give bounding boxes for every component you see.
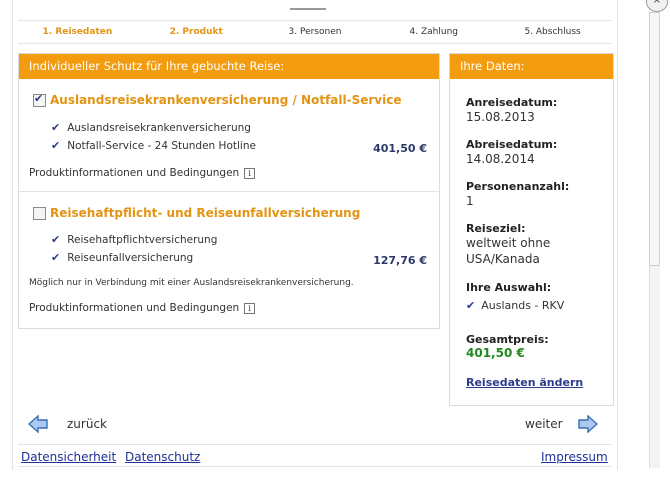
abreise-block: Abreisedatum: 14.08.2014 xyxy=(466,138,557,167)
next-button[interactable]: weiter xyxy=(525,413,599,435)
step-zahlung: 4. Zahlung xyxy=(409,27,459,37)
check-icon: ✔ xyxy=(466,299,476,312)
top-partial-text xyxy=(290,0,330,10)
product-title[interactable]: Reisehaftpflicht- und Reiseunfallversich… xyxy=(50,206,360,220)
step-reisedaten: 1. Reisedaten xyxy=(42,27,113,37)
product-note: Möglich nur in Verbindung mit einer Ausl… xyxy=(29,278,354,288)
feature-item: ✔ Auslandsreisekrankenversicherung xyxy=(51,121,251,134)
summary-panel-header: Ihre Daten: xyxy=(450,54,613,79)
product-title-row[interactable]: Auslandsreisekrankenversicherung / Notfa… xyxy=(33,92,402,107)
back-button[interactable]: zurück xyxy=(27,413,107,435)
product-info-link[interactable]: Produktinformationen und Bedingungen i xyxy=(29,167,256,179)
info-icon[interactable]: i xyxy=(244,167,256,179)
check-icon: ✔ xyxy=(51,121,61,134)
check-icon: ✔ xyxy=(51,251,61,264)
personen-label: Personenanzahl: xyxy=(466,180,570,193)
product-price: 401,50 € xyxy=(373,142,427,155)
footer-link-datenschutz[interactable]: Datenschutz xyxy=(125,450,200,464)
auswahl-label: Ihre Auswahl: xyxy=(466,281,552,294)
footer-link-impressum[interactable]: Impressum xyxy=(541,450,608,464)
scrollbar-thumb[interactable] xyxy=(649,12,660,266)
personen-block: Personenanzahl: 1 xyxy=(466,180,569,209)
product-panel-header: Individueller Schutz für Ihre gebuchte R… xyxy=(19,54,439,79)
reiseziel-value: weltweit ohne xyxy=(466,236,551,250)
anreise-value: 15.08.2013 xyxy=(466,110,535,124)
gesamt-label: Gesamtpreis: xyxy=(466,333,549,346)
gesamt-value: 401,50 € xyxy=(466,346,525,360)
product-item: Reisehaftpflicht- und Reiseunfallversich… xyxy=(19,192,439,324)
anreise-block: Anreisedatum: 15.08.2013 xyxy=(466,96,557,125)
back-label[interactable]: zurück xyxy=(67,417,107,431)
auswahl-value-row: ✔ Auslands - RKV xyxy=(466,299,565,312)
product-info-link[interactable]: Produktinformationen und Bedingungen i xyxy=(29,302,256,314)
personen-value: 1 xyxy=(466,194,474,208)
product-title-row[interactable]: Reisehaftpflicht- und Reiseunfallversich… xyxy=(33,206,360,220)
feature-item: ✔ Notfall-Service - 24 Stunden Hotline xyxy=(51,139,256,152)
reiseziel-block: Reiseziel: weltweit ohne USA/Kanada xyxy=(466,222,550,267)
footer-link-datensicherheit[interactable]: Datensicherheit xyxy=(21,450,116,464)
check-icon: ✔ xyxy=(51,139,61,152)
arrow-right-icon[interactable] xyxy=(577,413,599,435)
product-panel: Individueller Schutz für Ihre gebuchte R… xyxy=(18,53,440,329)
step-produkt: 2. Produkt xyxy=(169,27,223,37)
close-icon[interactable]: × xyxy=(646,0,668,12)
abreise-value: 14.08.2014 xyxy=(466,152,535,166)
reiseziel-label: Reiseziel: xyxy=(466,222,526,235)
footer-divider xyxy=(18,466,612,467)
anreise-label: Anreisedatum: xyxy=(466,96,558,109)
footer-divider xyxy=(18,444,612,445)
step-personen: 3. Personen xyxy=(288,27,342,37)
edit-link[interactable]: Reisedaten ändern xyxy=(466,375,583,389)
check-icon: ✔ xyxy=(51,233,61,246)
abreise-label: Abreisedatum: xyxy=(466,138,558,151)
gesamt-block: Gesamtpreis: 401,50 € xyxy=(466,333,549,360)
product-checkbox[interactable] xyxy=(33,92,46,107)
reiseziel-value: USA/Kanada xyxy=(466,252,540,266)
product-title[interactable]: Auslandsreisekrankenversicherung / Notfa… xyxy=(50,93,402,107)
next-label[interactable]: weiter xyxy=(525,417,563,431)
progress-steps: 1. Reisedaten 2. Produkt 3. Personen 4. … xyxy=(18,20,612,44)
info-icon[interactable]: i xyxy=(244,302,256,314)
product-item: Auslandsreisekrankenversicherung / Notfa… xyxy=(19,79,439,192)
feature-item: ✔ Reiseunfallversicherung xyxy=(51,251,194,264)
auswahl-block: Ihre Auswahl: ✔ Auslands - RKV xyxy=(466,281,564,314)
product-checkbox[interactable] xyxy=(33,206,46,220)
step-abschluss: 5. Abschluss xyxy=(524,27,581,37)
summary-panel: Ihre Daten: Anreisedatum: 15.08.2013 Abr… xyxy=(449,53,614,406)
arrow-left-icon[interactable] xyxy=(27,413,49,435)
feature-item: ✔ Reisehaftpflichtversicherung xyxy=(51,233,218,246)
product-price: 127,76 € xyxy=(373,254,427,267)
